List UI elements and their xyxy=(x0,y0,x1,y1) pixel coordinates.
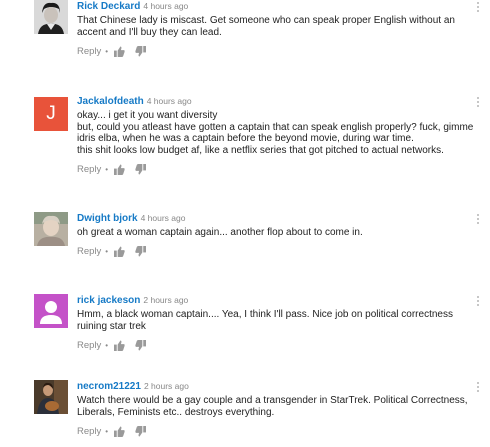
person-photo-icon xyxy=(34,212,68,246)
thumbs-down-icon[interactable] xyxy=(135,246,147,257)
comment-line: Liberals, Feminists etc.. destroys every… xyxy=(77,406,275,418)
person-photo-icon xyxy=(34,0,68,34)
comment-line: ruining star trek xyxy=(77,320,146,332)
thumbs-up-icon[interactable] xyxy=(114,425,125,437)
comment-line: Watch there would be a gay couple and a … xyxy=(77,395,468,406)
separator-dot: • xyxy=(105,426,109,436)
avatar[interactable]: J xyxy=(34,97,68,131)
more-options-icon[interactable] xyxy=(476,97,480,109)
comment-author[interactable]: Dwight bjork xyxy=(77,213,138,224)
avatar[interactable] xyxy=(34,380,68,414)
comment-time[interactable]: 4 hours ago xyxy=(143,1,188,11)
comment-line: That Chinese lady is miscast. Get someon… xyxy=(77,15,455,26)
reply-button[interactable]: Reply xyxy=(77,246,101,257)
comment-line: Hmm, a black woman captain.... Yea, I th… xyxy=(77,309,453,320)
more-options-icon[interactable] xyxy=(476,214,480,226)
thumbs-down-icon[interactable] xyxy=(135,45,147,57)
thumbs-down-icon[interactable] xyxy=(135,339,147,351)
reply-button[interactable]: Reply xyxy=(77,340,101,351)
avatar[interactable] xyxy=(34,212,68,246)
comment-line: this shit looks low budget af, like a ne… xyxy=(77,144,444,156)
more-options-icon[interactable] xyxy=(476,382,480,394)
separator-dot: • xyxy=(105,247,109,256)
thumbs-up-icon[interactable] xyxy=(114,163,125,175)
reply-button[interactable]: Reply xyxy=(77,46,101,57)
separator-dot: • xyxy=(105,340,109,350)
avatar[interactable] xyxy=(34,0,68,34)
separator-dot: • xyxy=(105,46,109,56)
more-options-icon[interactable] xyxy=(476,2,480,14)
comment-time[interactable]: 4 hours ago xyxy=(147,96,192,106)
thumbs-down-icon[interactable] xyxy=(135,425,147,437)
comment-text: Watch there would be a gay couple and a … xyxy=(77,395,468,418)
person-photo-icon xyxy=(34,380,68,414)
thumbs-down-icon[interactable] xyxy=(135,163,147,175)
more-options-icon[interactable] xyxy=(476,296,480,308)
comment-author[interactable]: Rick Deckard xyxy=(77,1,140,12)
comment-line: okay... i get it you want diversity xyxy=(77,110,218,121)
comment-author[interactable]: Jackalofdeath xyxy=(77,96,144,107)
thumbs-up-icon[interactable] xyxy=(114,45,125,57)
comment-text: That Chinese lady is miscast. Get someon… xyxy=(77,15,460,38)
comment-text: oh great a woman captain again... anothe… xyxy=(77,227,460,239)
separator-dot: • xyxy=(105,164,109,174)
avatar-letter: J xyxy=(46,103,56,124)
comment-time[interactable]: 2 hours ago xyxy=(144,381,189,391)
comment-time[interactable]: 4 hours ago xyxy=(141,213,186,223)
comment-text: okay... i get it you want diversity but,… xyxy=(77,110,474,156)
comment-line: idris elba, when he was a captain before… xyxy=(77,133,414,144)
comment-time[interactable]: 2 hours ago xyxy=(143,295,188,305)
comment-author[interactable]: rick jackeson xyxy=(77,295,140,306)
reply-button[interactable]: Reply xyxy=(77,164,101,175)
comment-text: Hmm, a black woman captain.... Yea, I th… xyxy=(77,309,460,332)
comment-author[interactable]: necrom21221 xyxy=(77,381,141,392)
comment-line: but, could you atleast have gotten a cap… xyxy=(77,121,474,133)
avatar[interactable] xyxy=(34,294,68,328)
default-user-icon xyxy=(34,294,68,328)
comment-line: accent and I'll buy they can lead. xyxy=(77,26,222,38)
thumbs-up-icon[interactable] xyxy=(114,246,125,257)
comment-line: oh great a woman captain again... anothe… xyxy=(77,227,363,238)
thumbs-up-icon[interactable] xyxy=(114,339,125,351)
reply-button[interactable]: Reply xyxy=(77,426,101,437)
